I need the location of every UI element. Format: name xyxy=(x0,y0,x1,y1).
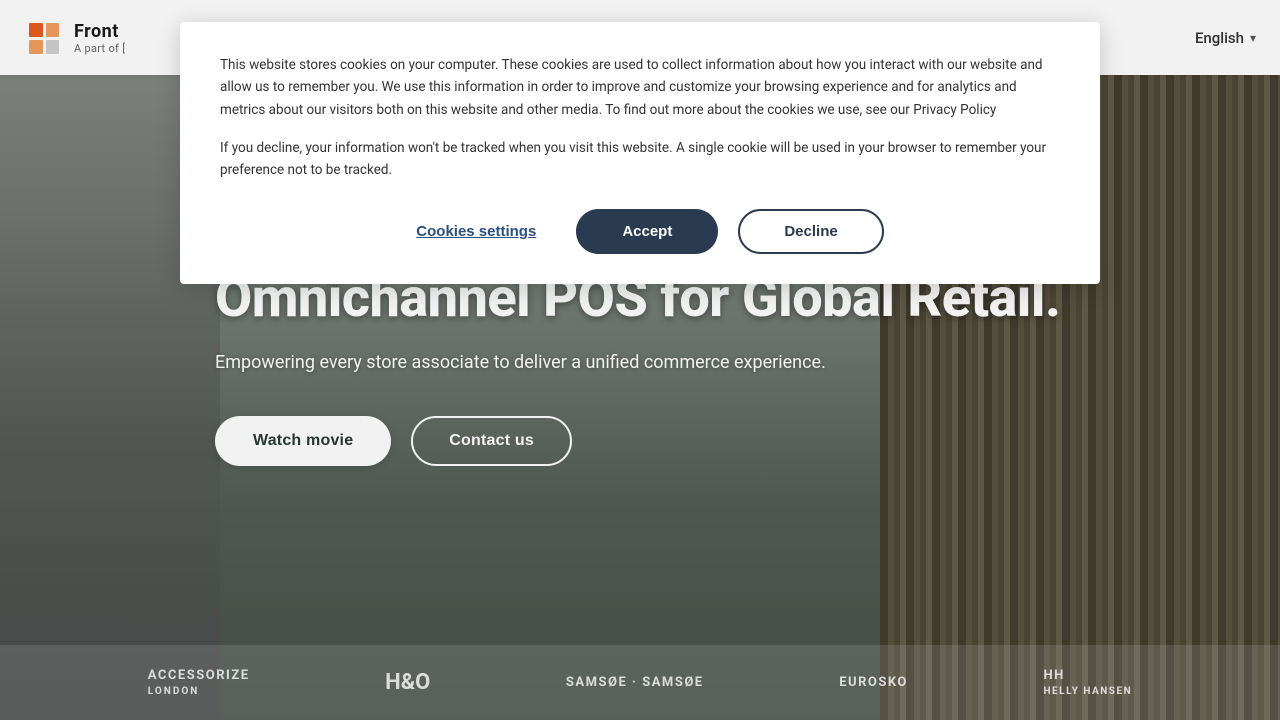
accept-button[interactable]: Accept xyxy=(576,209,718,254)
cookie-actions: Cookies settings Accept Decline xyxy=(220,209,1060,254)
cookie-banner: This website stores cookies on your comp… xyxy=(180,22,1100,284)
cookies-settings-button[interactable]: Cookies settings xyxy=(396,211,556,252)
decline-button[interactable]: Decline xyxy=(738,209,883,254)
cookie-text-main: This website stores cookies on your comp… xyxy=(220,54,1060,121)
cookie-overlay: This website stores cookies on your comp… xyxy=(0,0,1280,720)
cookie-text-secondary: If you decline, your information won't b… xyxy=(220,137,1060,182)
